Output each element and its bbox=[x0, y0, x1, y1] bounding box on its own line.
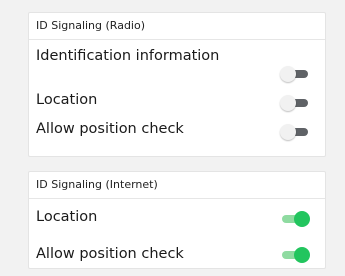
internet-signaling-section: ID Signaling (Internet) Location Allow p… bbox=[28, 171, 326, 269]
radio-signaling-section: ID Signaling (Radio) Identification info… bbox=[28, 12, 326, 157]
internet-section-header: ID Signaling (Internet) bbox=[29, 172, 325, 199]
radio-position-check-toggle[interactable] bbox=[280, 124, 310, 140]
toggle-thumb bbox=[294, 211, 310, 227]
setting-label: Location bbox=[36, 92, 98, 108]
toggle-thumb bbox=[280, 95, 296, 111]
radio-section-header: ID Signaling (Radio) bbox=[29, 13, 325, 40]
internet-location-toggle[interactable] bbox=[280, 211, 310, 227]
setting-label: Allow position check bbox=[36, 246, 184, 262]
radio-identification-toggle[interactable] bbox=[280, 66, 310, 82]
setting-label: Identification information bbox=[36, 48, 220, 64]
toggle-thumb bbox=[294, 247, 310, 263]
setting-label: Allow position check bbox=[36, 121, 184, 137]
radio-location-toggle[interactable] bbox=[280, 95, 310, 111]
setting-label: Location bbox=[36, 209, 98, 225]
toggle-thumb bbox=[280, 124, 296, 140]
toggle-thumb bbox=[280, 66, 296, 82]
internet-position-check-toggle[interactable] bbox=[280, 247, 310, 263]
